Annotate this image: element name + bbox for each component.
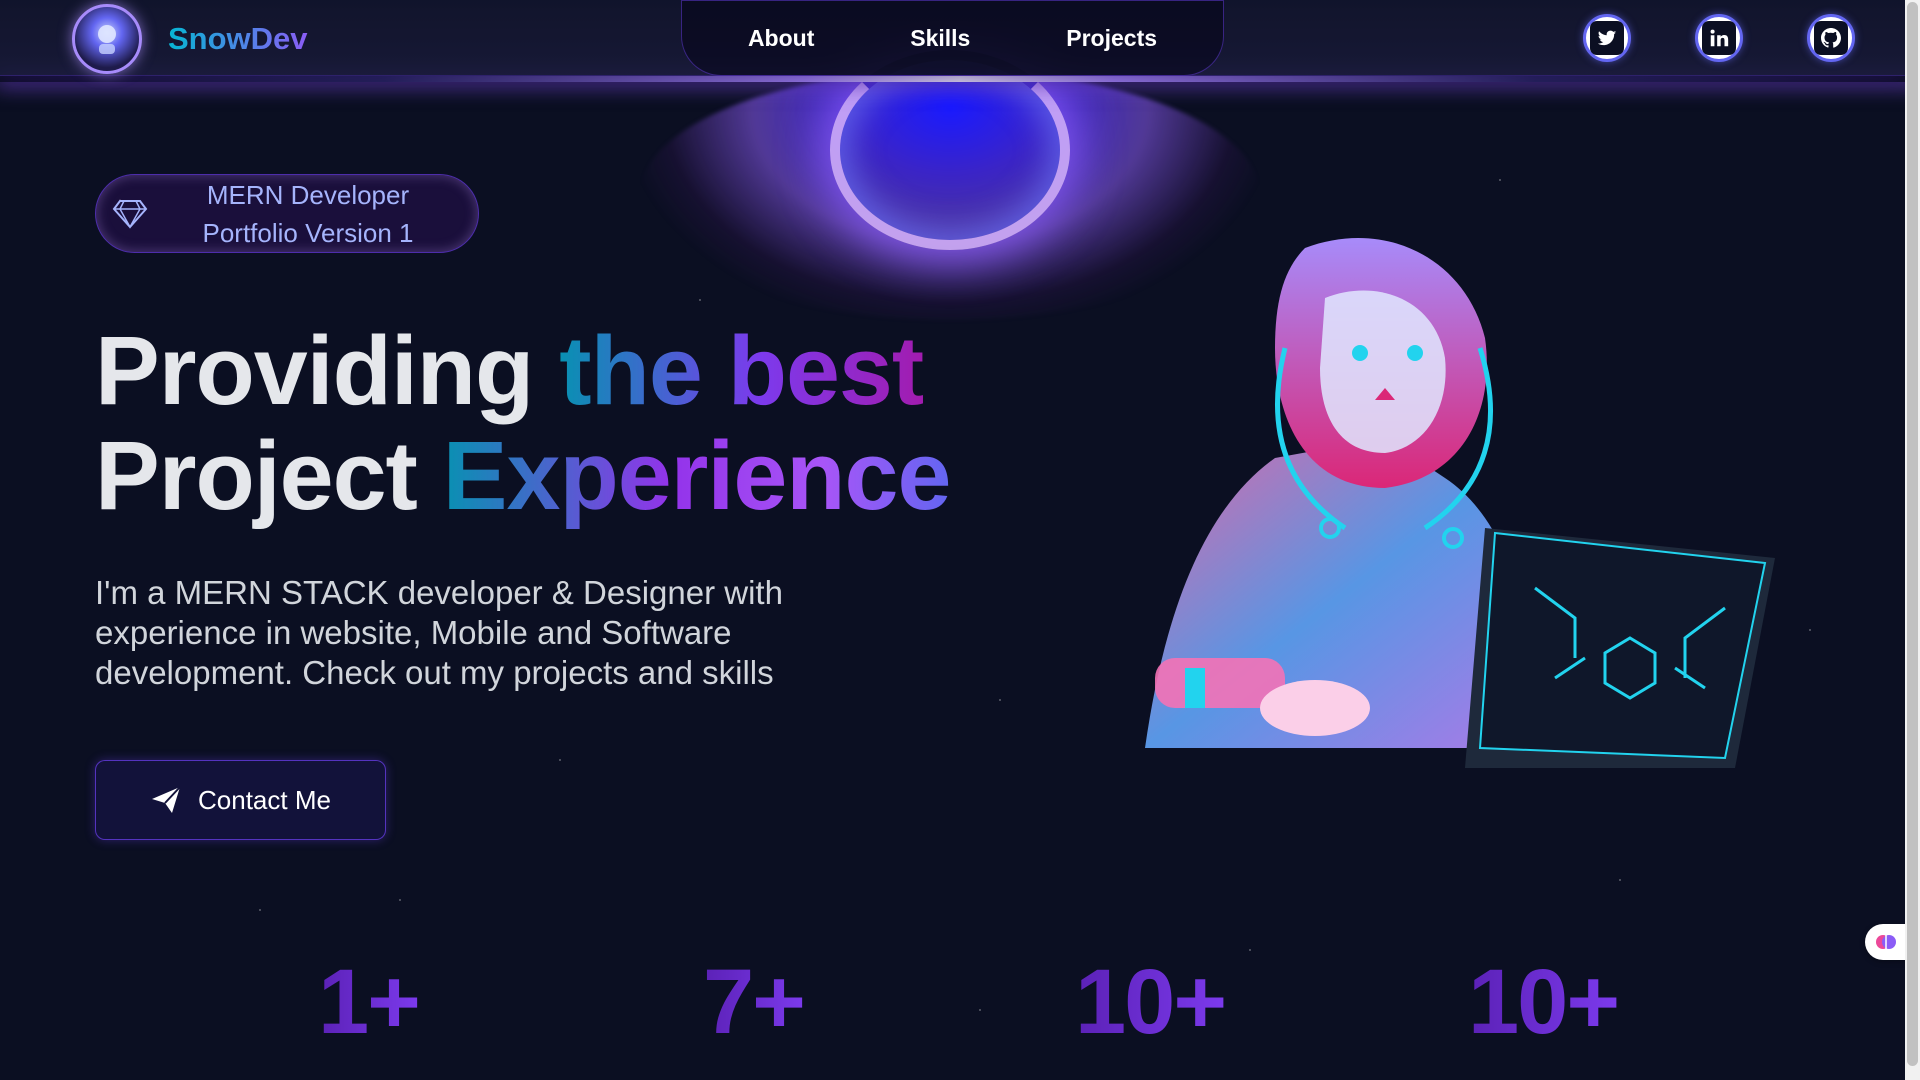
- stat-technologies-value: 10+: [1468, 951, 1620, 1053]
- headline-line2-plain: Project: [95, 421, 418, 530]
- horizon-glow-line: [0, 76, 1920, 82]
- social-links: [1583, 14, 1855, 62]
- scrollbar-thumb[interactable]: [1907, 2, 1918, 1066]
- nav-menu: About Skills Projects: [681, 0, 1224, 76]
- brand-name: SnowDev: [168, 21, 308, 56]
- twitter-icon: [1597, 30, 1617, 46]
- cheetah-hacker-illustration: [1085, 228, 1775, 768]
- brain-icon: [1876, 935, 1896, 949]
- headline-line1-gradient: the best: [559, 316, 924, 425]
- github-icon: [1821, 28, 1841, 48]
- stat-projects-value: 1+: [318, 951, 421, 1053]
- twitter-link[interactable]: [1583, 14, 1631, 62]
- nav-link-about[interactable]: About: [748, 25, 814, 52]
- stat-clients-value: 10+: [1075, 951, 1227, 1053]
- github-link[interactable]: [1807, 14, 1855, 62]
- stat-experience-value: 7+: [703, 951, 806, 1053]
- hero-description: I'm a MERN STACK developer & Designer wi…: [95, 574, 783, 691]
- contact-button[interactable]: Contact Me: [95, 760, 386, 840]
- linkedin-link[interactable]: [1695, 14, 1743, 62]
- nav-link-projects[interactable]: Projects: [1066, 25, 1157, 52]
- nav-link-skills[interactable]: Skills: [910, 25, 970, 52]
- linkedin-icon: [1710, 29, 1729, 47]
- version-badge: MERN Developer Portfolio Version 1: [95, 174, 479, 253]
- hero-headline: Providing the best Project Experience: [95, 316, 952, 530]
- contact-button-label: Contact Me: [198, 784, 331, 815]
- page-scrollbar[interactable]: [1905, 0, 1920, 1080]
- badge-line-2: Portfolio Version 1: [202, 217, 414, 248]
- avatar: [72, 4, 142, 74]
- navbar: SnowDev About Skills Projects: [0, 0, 1905, 76]
- headline-line1-plain: Providing: [95, 316, 534, 425]
- headline-line2-gradient: Experience: [442, 421, 952, 530]
- diamond-icon: [112, 199, 148, 229]
- send-icon: [152, 786, 181, 813]
- brand-logo[interactable]: SnowDev: [72, 4, 308, 74]
- astronaut-icon: [98, 25, 116, 54]
- badge-text: MERN Developer Portfolio Version 1: [148, 176, 478, 252]
- assistant-widget-button[interactable]: [1865, 924, 1907, 960]
- badge-line-1: MERN Developer: [206, 179, 410, 210]
